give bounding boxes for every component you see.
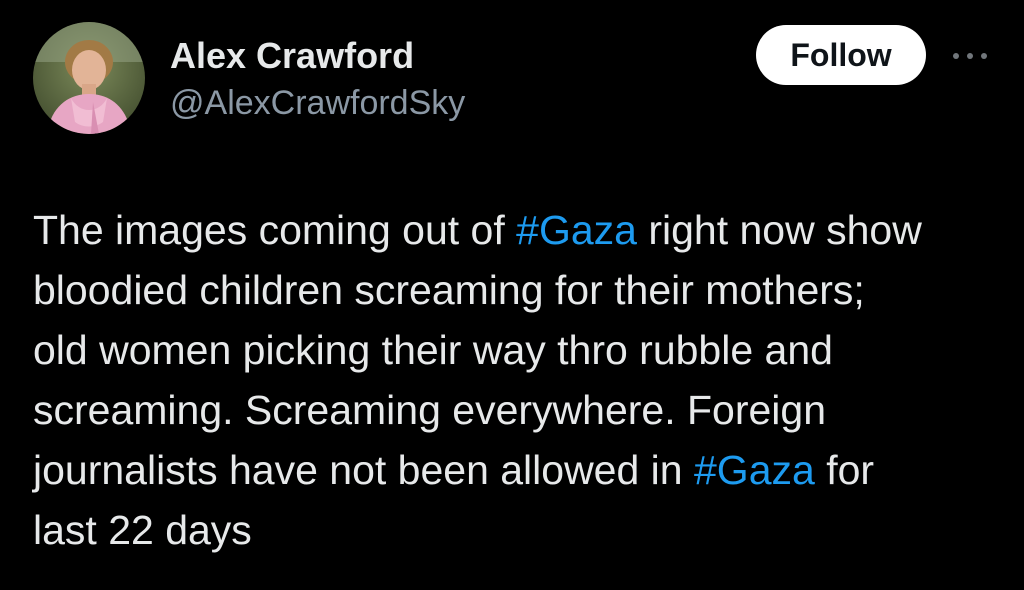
author-handle[interactable]: @AlexCrawfordSky [170, 82, 465, 124]
avatar-photo [33, 22, 145, 134]
tweet-text-segment: journalists have not been allowed in [33, 447, 694, 493]
tweet-text: The images coming out of #Gaza right now… [33, 200, 1008, 560]
tweet-line: journalists have not been allowed in #Ga… [33, 440, 1008, 500]
avatar[interactable] [33, 22, 145, 134]
tweet-card: Alex Crawford @AlexCrawfordSky Follow Th… [0, 0, 1024, 590]
tweet-line: screaming. Screaming everywhere. Foreign [33, 387, 826, 433]
more-horizontal-icon [953, 53, 987, 59]
tweet-text-segment: for [814, 447, 875, 493]
tweet-line: last 22 days [33, 507, 252, 553]
hashtag-link[interactable]: #Gaza [694, 447, 815, 493]
tweet-line: old women picking their way thro rubble … [33, 327, 833, 373]
tweet-text-segment: The images coming out of [33, 207, 517, 253]
hashtag-link[interactable]: #Gaza [516, 207, 637, 253]
tweet-text-segment: right now show [636, 207, 922, 253]
tweet-line: The images coming out of #Gaza right now… [33, 200, 1008, 260]
author-display-name[interactable]: Alex Crawford [170, 34, 414, 78]
follow-button[interactable]: Follow [756, 25, 926, 85]
more-options-button[interactable] [945, 36, 995, 76]
tweet-line: bloodied children screaming for their mo… [33, 267, 865, 313]
